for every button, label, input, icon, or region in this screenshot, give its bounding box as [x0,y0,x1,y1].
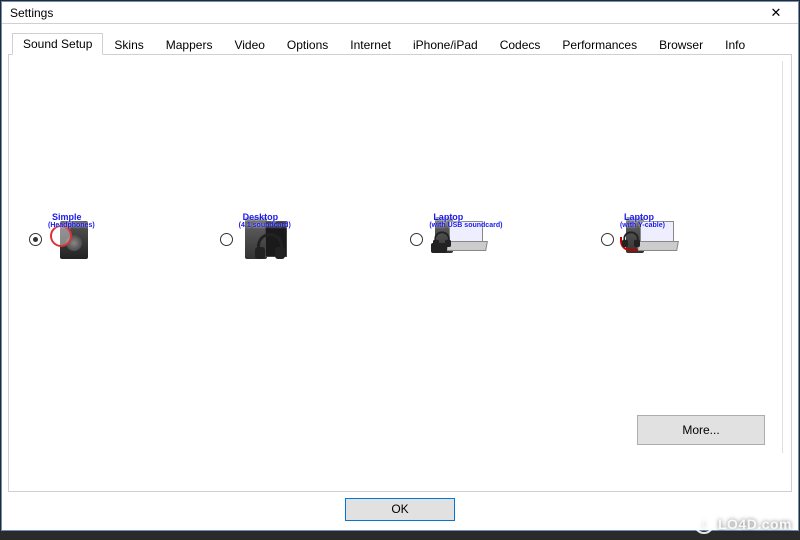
radio-simple[interactable] [29,233,42,246]
tab-label: iPhone/iPad [413,38,478,52]
option-title: Simple [52,213,82,222]
option-title: Laptop [433,213,463,222]
option-subtitle: (with USB soundcard) [429,222,502,229]
close-button[interactable]: ✕ [758,4,794,22]
tab-label: Codecs [500,38,541,52]
option-title: Desktop [243,213,279,222]
dialog-footer: OK [6,492,794,526]
illustration-laptop-usb: Laptop (with USB soundcard) [427,215,497,263]
tab-performances[interactable]: Performances [551,34,648,55]
option-subtitle: (4.1 soundcard) [239,222,291,229]
radio-laptop-usb[interactable] [410,233,423,246]
radio-desktop[interactable] [220,233,233,246]
illustration-laptop-y: Laptop (with Y-cable) [618,215,688,263]
tab-label: Options [287,38,328,52]
tab-codecs[interactable]: Codecs [489,34,552,55]
illustration-simple: Simple (Headphones) [46,215,116,263]
tab-label: Mappers [166,38,213,52]
radio-laptop-y[interactable] [601,233,614,246]
window-title: Settings [10,6,53,20]
settings-window: Settings ✕ Sound Setup Skins Mappers Vid… [1,1,799,531]
illustration-desktop: Desktop (4.1 soundcard) [237,215,307,263]
tab-mappers[interactable]: Mappers [155,34,224,55]
ok-button-label: OK [391,502,408,516]
headset-icon [435,231,451,244]
option-simple[interactable]: Simple (Headphones) [29,215,189,263]
tab-sound-setup[interactable]: Sound Setup [12,33,103,55]
option-laptop-y[interactable]: Laptop (with Y-cable) [601,215,761,263]
ok-button[interactable]: OK [345,498,455,521]
tab-label: Browser [659,38,703,52]
tab-browser[interactable]: Browser [648,34,714,55]
option-subtitle: (with Y-cable) [620,222,665,229]
tab-iphone-ipad[interactable]: iPhone/iPad [402,34,489,55]
tab-label: Info [725,38,745,52]
tab-strip: Sound Setup Skins Mappers Video Options … [6,32,794,54]
tab-skins[interactable]: Skins [103,34,154,55]
more-button[interactable]: More... [637,415,765,445]
more-button-label: More... [682,423,719,437]
close-icon: ✕ [771,5,782,21]
tab-label: Sound Setup [23,37,92,51]
laptop-base-icon [446,241,488,251]
tab-label: Internet [350,38,391,52]
content-area: Sound Setup Skins Mappers Video Options … [2,24,798,530]
option-laptop-usb[interactable]: Laptop (with USB soundcard) [410,215,570,263]
tab-info[interactable]: Info [714,34,756,55]
option-subtitle: (Headphones) [48,222,95,229]
tab-label: Skins [114,38,143,52]
tab-video[interactable]: Video [223,34,275,55]
tab-options[interactable]: Options [276,34,339,55]
headset-icon [257,233,283,255]
option-title: Laptop [624,213,654,222]
sound-setup-options: Simple (Headphones) Desktop (4.1 soundca… [29,215,761,263]
laptop-base-icon [637,241,679,251]
panel-edge [779,61,783,453]
tab-internet[interactable]: Internet [339,34,402,55]
option-desktop[interactable]: Desktop (4.1 soundcard) [220,215,380,263]
tab-label: Video [234,38,264,52]
headset-icon [623,231,639,244]
titlebar: Settings ✕ [2,2,798,24]
tab-panel: Simple (Headphones) Desktop (4.1 soundca… [8,54,792,492]
tab-label: Performances [562,38,637,52]
